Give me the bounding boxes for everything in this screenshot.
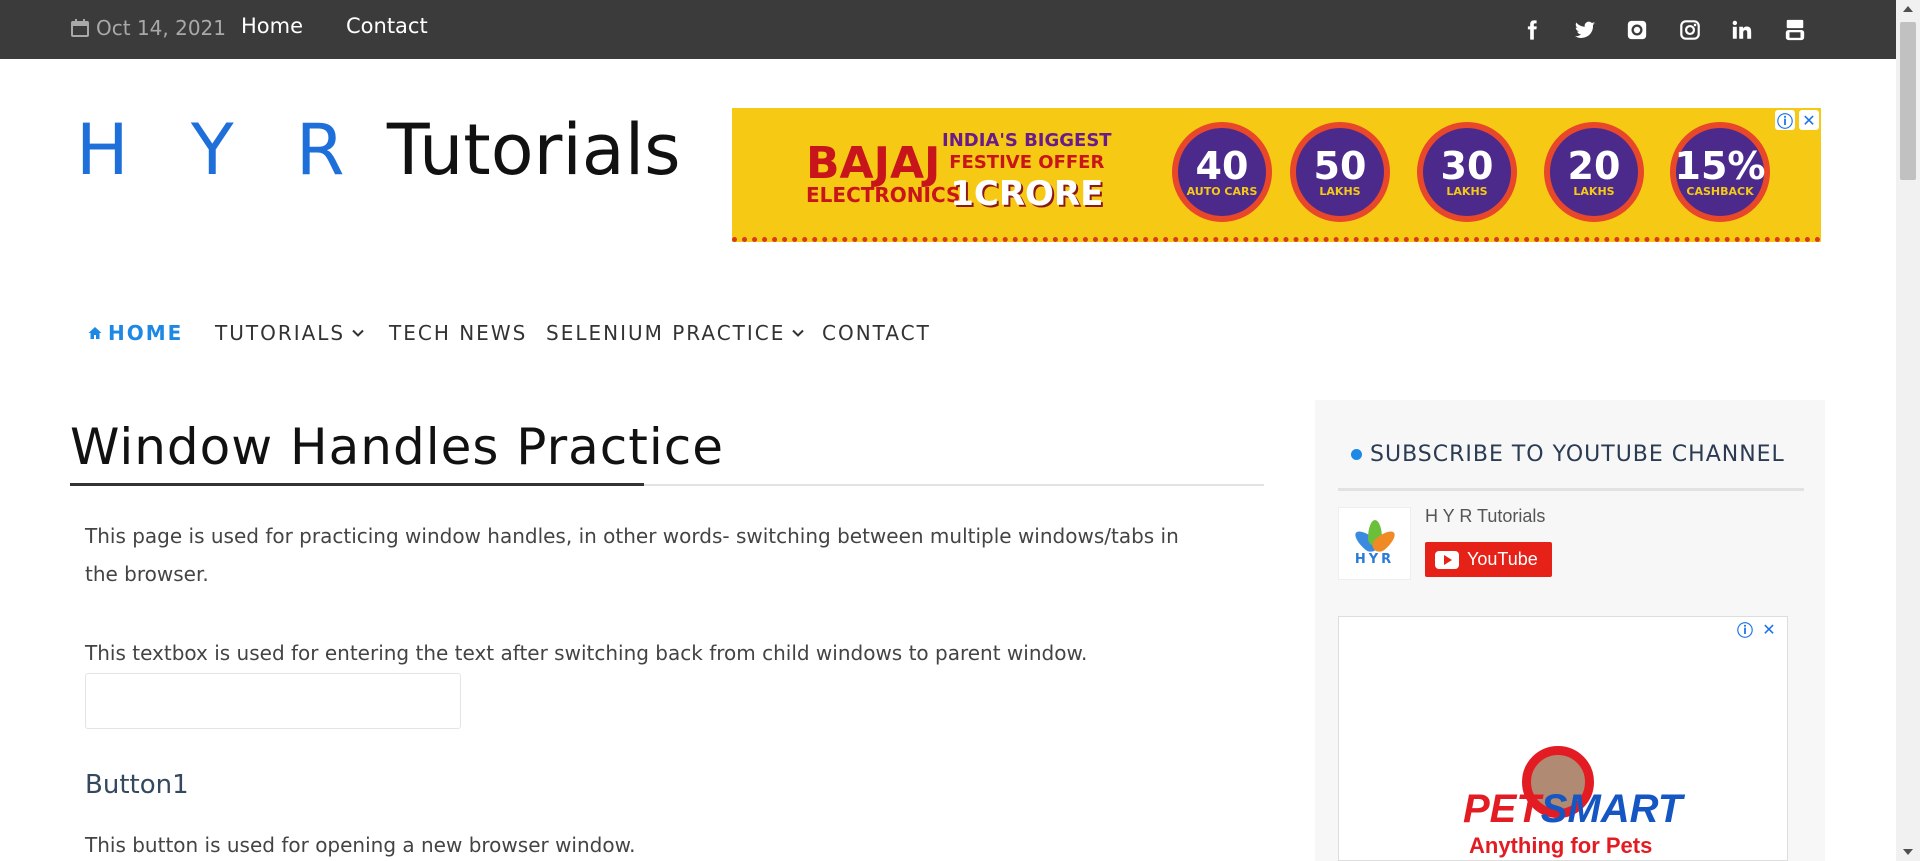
- close-icon[interactable]: ✕: [1759, 619, 1779, 639]
- channel-avatar[interactable]: HYR: [1338, 507, 1411, 580]
- nav-label: HOME: [108, 321, 184, 345]
- nav-item-home[interactable]: HOME: [88, 321, 183, 345]
- ad-info-icon[interactable]: ⓘ: [1735, 619, 1755, 640]
- chevron-down-icon: [792, 329, 805, 337]
- scrollbar-thumb[interactable]: [1900, 22, 1916, 180]
- ad-banner[interactable]: BAJAJ ELECTRONICS INDIA'S BIGGEST FESTIV…: [732, 108, 1821, 242]
- bullet-dot-icon: [1351, 449, 1362, 460]
- widget-title-text: SUBSCRIBE TO YOUTUBE CHANNEL: [1370, 442, 1785, 467]
- ad-brand: BAJAJ ELECTRONICS: [806, 142, 961, 207]
- ad-badge-unit: LAKHS: [1573, 184, 1615, 198]
- channel-name[interactable]: H Y R Tutorials: [1425, 506, 1545, 527]
- facebook-icon[interactable]: [1519, 17, 1545, 43]
- ad-badge-unit: CASHBACK: [1686, 184, 1754, 198]
- nav-item-tutorials[interactable]: TUTORIALS: [215, 321, 365, 345]
- ad-badge-num: 30: [1440, 143, 1494, 188]
- github-icon[interactable]: [1624, 17, 1650, 43]
- site-logo[interactable]: H Y R Tutorials: [76, 110, 681, 190]
- title-divider-accent: [70, 483, 644, 486]
- ad-info-icon[interactable]: ⓘ: [1775, 110, 1795, 131]
- textbox-description: This textbox is used for entering the te…: [85, 641, 1088, 665]
- button1-heading: Button1: [85, 770, 189, 800]
- ad-tagline: Anything for Pets: [1469, 833, 1653, 858]
- chevron-down-icon: [352, 329, 364, 337]
- youtube-subscribe-button[interactable]: YouTube: [1425, 542, 1552, 577]
- close-icon[interactable]: ✕: [1799, 110, 1819, 130]
- widget-divider: [1338, 488, 1804, 491]
- home-icon: [88, 327, 102, 339]
- ad-badge-unit: LAKHS: [1446, 184, 1488, 198]
- top-bar: Oct 14, 2021 Home Contact: [0, 0, 1896, 59]
- youtube-button-label: YouTube: [1467, 549, 1538, 569]
- scrollbar[interactable]: [1896, 0, 1920, 861]
- top-date: Oct 14, 2021: [70, 16, 226, 40]
- page-title: Window Handles Practice: [70, 418, 725, 476]
- button1-description: This button is used for opening a new br…: [85, 833, 636, 857]
- calendar-icon: [71, 19, 89, 37]
- ad-brand-name: BAJAJ: [806, 138, 941, 189]
- main-nav: HOME TUTORIALS TECH NEWS SELENIUM PRACTI…: [0, 295, 1896, 369]
- avatar-text: HYR: [1354, 552, 1395, 567]
- ad-badge: 30 LAKHS: [1417, 122, 1517, 222]
- sidebar: SUBSCRIBE TO YOUTUBE CHANNEL HYR H Y R T…: [1315, 400, 1825, 861]
- sidebar-ad[interactable]: ⓘ ✕ PETSMART Anything for Pets: [1338, 616, 1788, 861]
- ad-controls: ⓘ ✕: [1775, 110, 1819, 131]
- nav-label: TECH NEWS: [389, 321, 528, 345]
- ad-badge-num: 40: [1195, 143, 1249, 188]
- ad-badge: 40 AUTO CARS: [1172, 122, 1272, 222]
- ad-offer-line2: FESTIVE OFFER: [949, 152, 1105, 173]
- instagram-icon[interactable]: [1677, 17, 1703, 43]
- linkedin-icon[interactable]: [1729, 17, 1755, 43]
- top-link-home[interactable]: Home: [241, 14, 303, 38]
- nav-label: SELENIUM PRACTICE: [546, 321, 786, 345]
- ad-badge: 20 LAKHS: [1544, 122, 1644, 222]
- widget-title: SUBSCRIBE TO YOUTUBE CHANNEL: [1351, 442, 1785, 467]
- ad-badge-unit: LAKHS: [1319, 184, 1361, 198]
- ad-badge-num: 15%: [1674, 143, 1766, 188]
- nav-item-contact[interactable]: CONTACT: [822, 321, 931, 345]
- nav-label: CONTACT: [822, 321, 931, 345]
- nav-item-tech-news[interactable]: TECH NEWS: [389, 321, 527, 345]
- ad-offer-amount: 1CRORE: [950, 174, 1104, 214]
- ad-badge-num: 20: [1567, 143, 1621, 188]
- logo-tutorials: Tutorials: [386, 109, 681, 191]
- logo-leaves-icon: [1351, 520, 1398, 555]
- ad-badge-unit: AUTO CARS: [1186, 184, 1258, 198]
- scroll-down-arrow-icon[interactable]: [1903, 849, 1913, 855]
- ad-petsmart-logo: PETSMART: [1463, 787, 1682, 832]
- ad-badge: 50 LAKHS: [1290, 122, 1390, 222]
- ad-offer-line1: INDIA'S BIGGEST: [942, 130, 1112, 151]
- ad-badge: 15% CASHBACK: [1670, 122, 1770, 222]
- ad-brand-pet: PET: [1463, 787, 1541, 831]
- intro-text: This page is used for practicing window …: [85, 524, 1179, 586]
- nav-label: TUTORIALS: [215, 321, 346, 345]
- ad-brand-smart: SMART: [1540, 787, 1683, 831]
- date-text: Oct 14, 2021: [96, 16, 226, 40]
- title-divider: [70, 483, 1264, 486]
- ad-badge-num: 50: [1313, 143, 1367, 188]
- logo-hyr: H Y R: [76, 109, 365, 191]
- twitter-icon[interactable]: [1572, 17, 1598, 43]
- youtube-play-icon: [1435, 550, 1459, 569]
- nav-item-selenium-practice[interactable]: SELENIUM PRACTICE: [546, 321, 805, 345]
- scroll-up-arrow-icon[interactable]: [1903, 6, 1913, 12]
- ad-brand-sub: ELECTRONICS: [806, 183, 961, 207]
- name-textbox[interactable]: [85, 673, 461, 729]
- ad-controls: ⓘ ✕: [1735, 619, 1779, 640]
- ad-offer: INDIA'S BIGGEST FESTIVE OFFER 1CRORE: [942, 130, 1112, 214]
- top-link-contact[interactable]: Contact: [346, 14, 428, 38]
- youtube-icon[interactable]: [1782, 17, 1808, 43]
